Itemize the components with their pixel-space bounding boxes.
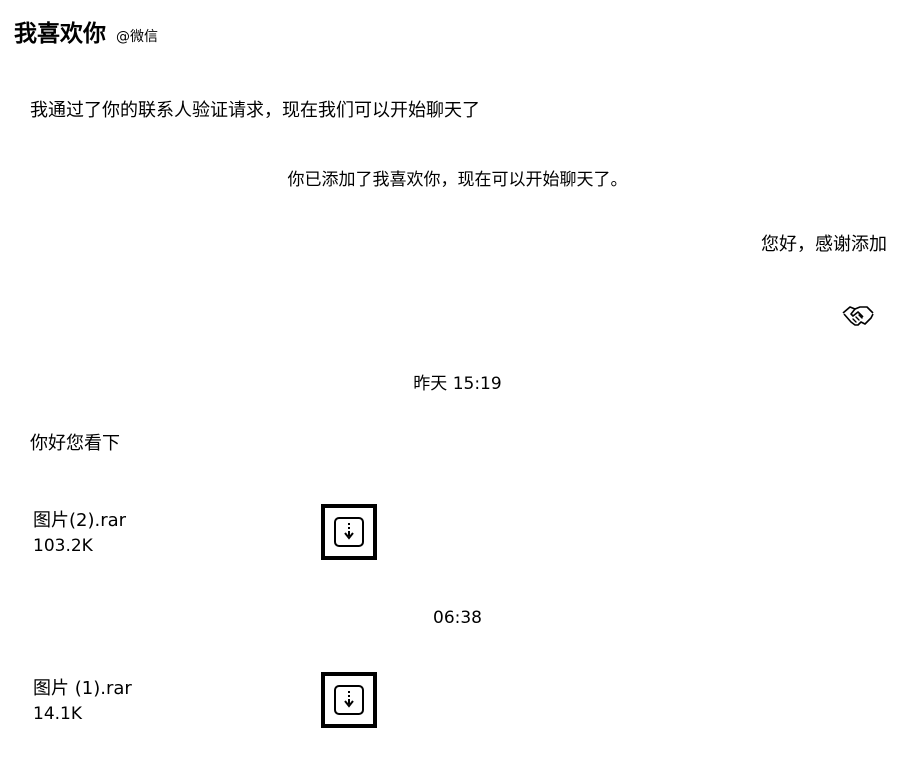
file-message-2[interactable]: 图片 (1).rar 14.1K [33,672,393,736]
file-size: 14.1K [33,704,82,724]
timestamp-yesterday: 昨天 15:19 [413,374,502,394]
download-file-icon[interactable] [321,504,377,560]
outgoing-message-thanks: 您好，感谢添加 [761,234,887,255]
file-name: 图片 (1).rar [33,678,132,699]
system-message-added: 你已添加了我喜欢你，现在可以开始聊天了。 [287,170,628,190]
incoming-message-verify: 我通过了你的联系人验证请求，现在我们可以开始聊天了 [30,100,480,121]
chat-header: 我喜欢你 @微信 [14,14,158,48]
incoming-message-look: 你好您看下 [30,433,120,454]
contact-name: 我喜欢你 [14,21,106,47]
handshake-icon [841,300,875,330]
file-message-1[interactable]: 图片(2).rar 103.2K [33,504,393,568]
download-file-icon[interactable] [321,672,377,728]
file-size: 103.2K [33,536,93,556]
timestamp-today: 06:38 [433,608,482,628]
file-name: 图片(2).rar [33,510,127,531]
contact-platform: @微信 [116,29,158,45]
